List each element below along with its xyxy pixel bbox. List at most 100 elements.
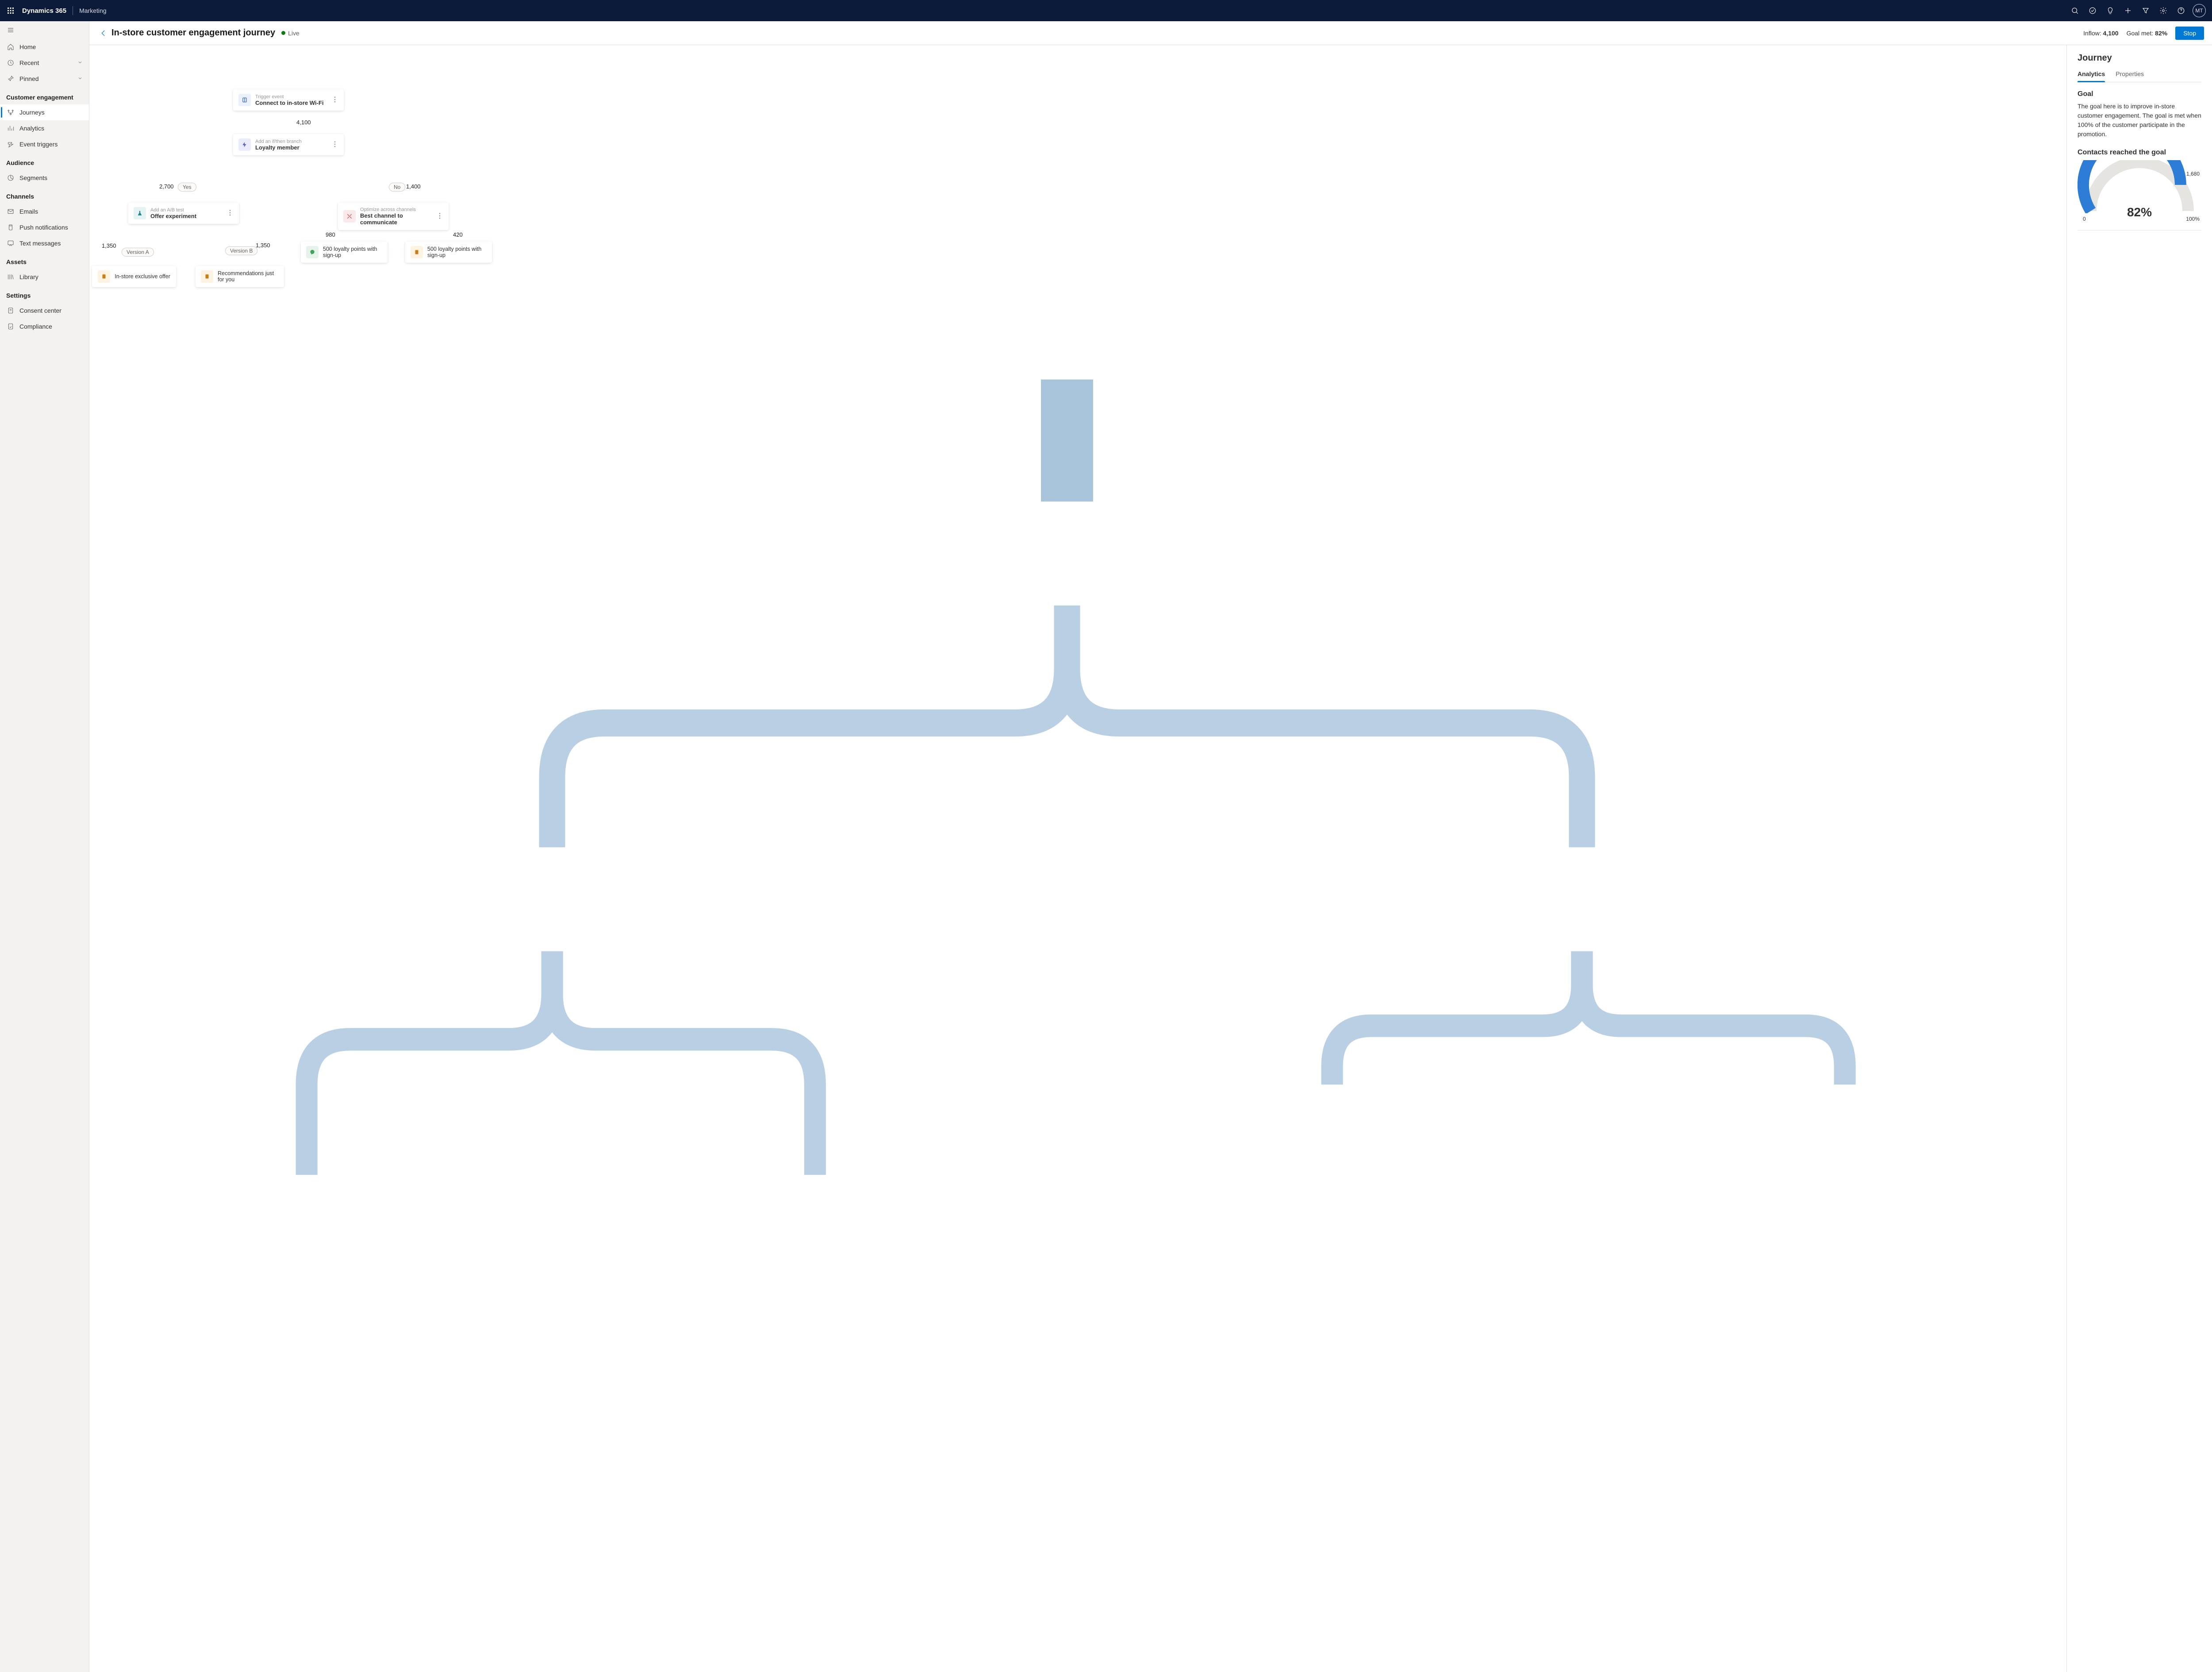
goal-stat: Goal met: 82% <box>2127 30 2168 37</box>
node-leaf-b[interactable]: Recommendations just for you <box>196 266 284 287</box>
optimize-icon <box>343 210 356 222</box>
node-label: Connect to in-store Wi-Fi <box>255 100 331 106</box>
section-settings: Settings <box>0 285 89 303</box>
gauge-low: 0 <box>2083 216 2086 222</box>
leaf-label: Recommendations just for you <box>218 270 279 283</box>
node-menu-icon[interactable] <box>331 141 338 149</box>
compliance-icon <box>7 323 14 330</box>
pin-icon <box>7 75 14 82</box>
count-no: 1,400 <box>406 183 421 190</box>
journey-canvas[interactable]: Trigger event Connect to in-store Wi-Fi … <box>89 45 2066 1672</box>
sidebar-item-segments[interactable]: Segments <box>0 170 89 186</box>
sidebar-item-analytics[interactable]: Analytics <box>0 120 89 136</box>
brand-name[interactable]: Dynamics 365 <box>22 7 66 15</box>
app-area-name[interactable]: Marketing <box>79 7 106 14</box>
ab-version-a-chip: Version A <box>122 248 154 257</box>
goal-gauge: 82% 0 100% 1,680 <box>2078 160 2201 222</box>
node-opt-leaf-2[interactable]: 500 loyalty points with sign-up <box>405 242 492 263</box>
sidebar-item-journeys[interactable]: Journeys <box>0 104 89 120</box>
node-trigger[interactable]: Trigger event Connect to in-store Wi-Fi <box>233 89 344 111</box>
connectors <box>89 45 2066 1672</box>
sidebar-item-push[interactable]: Push notifications <box>0 219 89 235</box>
consent-icon <box>7 307 14 314</box>
panel-heading: Journey <box>2078 53 2201 63</box>
sidebar-item-label: Library <box>19 273 38 280</box>
ab-test-icon <box>134 207 146 219</box>
sidebar-toggle[interactable] <box>0 21 89 39</box>
trigger-event-icon <box>238 94 251 106</box>
contacts-heading: Contacts reached the goal <box>2078 149 2201 157</box>
content: Trigger event Connect to in-store Wi-Fi … <box>89 45 2212 1672</box>
sidebar-item-label: Compliance <box>19 323 52 330</box>
node-category: Trigger event <box>255 94 331 100</box>
node-menu-icon[interactable] <box>227 210 234 217</box>
count-trigger: 4,100 <box>296 119 311 126</box>
plus-icon[interactable] <box>2119 0 2137 21</box>
leaf-label: 500 loyalty points with sign-up <box>323 246 382 258</box>
sidebar-item-text[interactable]: Text messages <box>0 235 89 251</box>
sidebar-item-emails[interactable]: Emails <box>0 203 89 219</box>
app-launcher-icon[interactable] <box>4 4 18 18</box>
sidebar-item-library[interactable]: Library <box>0 269 89 285</box>
page-title: In-store customer engagement journey <box>111 28 275 38</box>
offer-icon <box>411 246 423 258</box>
app-shell: Home Recent Pinned Customer engagement J… <box>0 21 2212 1672</box>
branch-icon <box>238 138 251 151</box>
node-ab-test[interactable]: Add an A/B test Offer experiment <box>128 203 239 224</box>
home-icon <box>7 43 14 50</box>
node-branch[interactable]: Add an if/then branch Loyalty member <box>233 134 344 155</box>
sidebar-item-home[interactable]: Home <box>0 39 89 55</box>
user-avatar[interactable]: MT <box>2193 4 2206 17</box>
offer-icon <box>201 270 213 283</box>
segments-icon <box>7 174 14 181</box>
leaf-label: 500 loyalty points with sign-up <box>427 246 487 258</box>
back-button[interactable] <box>97 27 110 39</box>
tab-properties[interactable]: Properties <box>2116 68 2144 82</box>
sidebar-item-label: Home <box>19 43 36 50</box>
node-leaf-a[interactable]: In-store exclusive offer <box>92 266 176 287</box>
sidebar-item-label: Text messages <box>19 240 61 247</box>
top-bar: Dynamics 365 Marketing MT <box>0 0 2212 21</box>
task-check-icon[interactable] <box>2084 0 2101 21</box>
sidebar-item-pinned[interactable]: Pinned <box>0 71 89 87</box>
leaf-label: In-store exclusive offer <box>115 273 170 280</box>
count-version-a: 1,350 <box>102 242 116 249</box>
text-icon <box>7 240 14 247</box>
offer-icon <box>98 270 110 283</box>
section-audience: Audience <box>0 152 89 170</box>
count-version-b: 1,350 <box>256 242 270 249</box>
sidebar-item-recent[interactable]: Recent <box>0 55 89 71</box>
count-opt2: 420 <box>453 231 463 238</box>
sidebar-item-label: Push notifications <box>19 224 68 231</box>
sidebar-item-consent[interactable]: Consent center <box>0 303 89 318</box>
sidebar-item-event-triggers[interactable]: Event triggers <box>0 136 89 152</box>
ab-version-b-chip: Version B <box>225 246 257 255</box>
sidebar-item-label: Pinned <box>19 75 39 82</box>
sidebar-item-compliance[interactable]: Compliance <box>0 318 89 334</box>
filter-icon[interactable] <box>2137 0 2154 21</box>
node-label: Offer experiment <box>150 213 227 219</box>
sidebar-item-label: Journeys <box>19 109 45 116</box>
branch-no-chip: No <box>389 183 405 192</box>
node-menu-icon[interactable] <box>436 213 443 220</box>
stop-button[interactable]: Stop <box>2175 27 2204 40</box>
sidebar: Home Recent Pinned Customer engagement J… <box>0 21 89 1672</box>
count-yes: 2,700 <box>159 183 174 190</box>
gear-icon[interactable] <box>2154 0 2172 21</box>
search-icon[interactable] <box>2066 0 2084 21</box>
right-panel: Journey Analytics Properties Goal The go… <box>2066 45 2212 1672</box>
help-icon[interactable] <box>2172 0 2190 21</box>
sidebar-item-label: Emails <box>19 208 38 215</box>
sidebar-item-label: Analytics <box>19 125 44 132</box>
sidebar-item-label: Consent center <box>19 307 61 314</box>
chevron-down-icon <box>77 59 83 66</box>
panel-tabs: Analytics Properties <box>2078 68 2201 82</box>
analytics-icon <box>7 125 14 132</box>
tab-analytics[interactable]: Analytics <box>2078 68 2105 82</box>
page-header: In-store customer engagement journey Liv… <box>89 21 2212 45</box>
node-optimize[interactable]: Optimize across channels Best channel to… <box>338 203 449 230</box>
node-opt-leaf-1[interactable]: 500 loyalty points with sign-up <box>301 242 388 263</box>
main: In-store customer engagement journey Liv… <box>89 21 2212 1672</box>
lightbulb-icon[interactable] <box>2101 0 2119 21</box>
node-menu-icon[interactable] <box>331 96 338 104</box>
